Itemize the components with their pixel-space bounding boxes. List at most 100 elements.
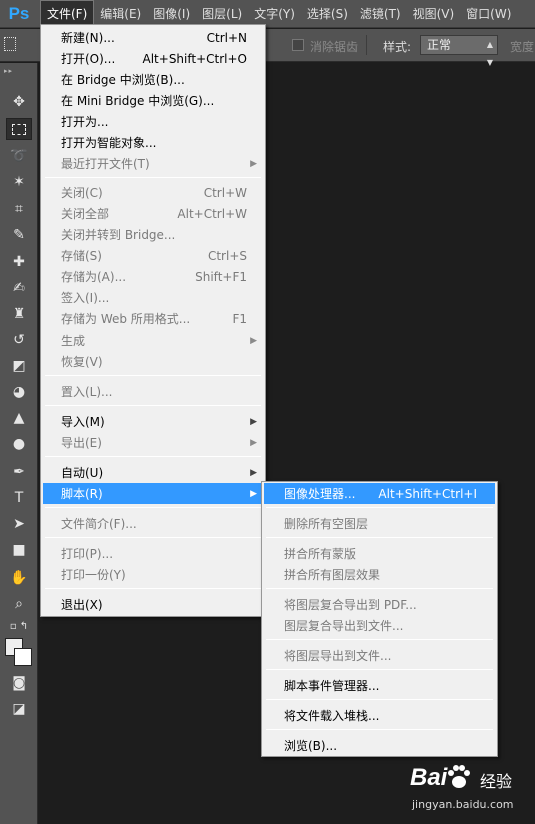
menu-item-flatten-layer-effects[interactable]: 拼合所有图层效果 xyxy=(264,564,495,585)
menu-item-label: 打开为... xyxy=(61,115,109,129)
menu-item-export[interactable]: 导出(E) ▶ xyxy=(43,432,263,453)
menu-separator xyxy=(45,588,261,589)
menu-window[interactable]: 窗口(W) xyxy=(460,0,517,28)
menu-item-open-as[interactable]: 打开为... xyxy=(43,111,263,132)
background-color-swatch[interactable] xyxy=(14,648,32,666)
magic-wand-icon[interactable]: ✶ xyxy=(6,171,32,193)
eyedropper-icon[interactable]: ✎ xyxy=(6,224,32,246)
menu-item-print-one-copy[interactable]: 打印一份(Y) xyxy=(43,564,263,585)
menu-item-place[interactable]: 置入(L)... xyxy=(43,381,263,402)
menu-item-label: 打开(O)... xyxy=(61,52,116,66)
toolbox: ▸▸ ✥ ➰ ✶ ⌗ ✎ ✚ ✍ ♜ ↺ ◩ ◕ ▲ ● ✒ T ➤ ■ ✋ ⌕… xyxy=(0,63,38,824)
menu-item-recent-files[interactable]: 最近打开文件(T) ▶ xyxy=(43,153,263,174)
zoom-icon[interactable]: ⌕ xyxy=(6,593,32,615)
menu-item-layers-to-files[interactable]: 将图层导出到文件... xyxy=(264,645,495,666)
menu-item-comps-to-pdf[interactable]: 将图层复合导出到 PDF... xyxy=(264,594,495,615)
menu-item-revert[interactable]: 恢复(V) xyxy=(43,351,263,372)
menu-item-script-events-manager[interactable]: 脚本事件管理器... xyxy=(264,675,495,696)
menu-separator xyxy=(266,669,493,670)
menu-item-label: 脚本事件管理器... xyxy=(284,679,380,693)
menu-item-check-in[interactable]: 签入(I)... xyxy=(43,287,263,308)
move-icon[interactable]: ✥ xyxy=(6,91,32,113)
menu-separator xyxy=(266,639,493,640)
menu-item-open[interactable]: 打开(O)... Alt+Shift+Ctrl+O xyxy=(43,48,263,69)
menu-item-import[interactable]: 导入(M) ▶ xyxy=(43,411,263,432)
baidu-watermark: Bai 经验 jingyan.baidu.com xyxy=(410,762,530,818)
menu-item-shortcut: Alt+Shift+Ctrl+O xyxy=(142,51,247,66)
toolbox-grip-icon[interactable]: ▸▸ xyxy=(4,67,13,75)
menu-item-close-all[interactable]: 关闭全部 Alt+Ctrl+W xyxy=(43,203,263,224)
swap-colors-icon[interactable]: ▫ ↰ xyxy=(2,615,36,637)
menu-item-shortcut: Ctrl+N xyxy=(206,30,247,45)
file-menu: 新建(N)... Ctrl+N 打开(O)... Alt+Shift+Ctrl+O … xyxy=(40,24,266,617)
type-icon[interactable]: T xyxy=(6,487,32,509)
menu-item-browse-bridge[interactable]: 在 Bridge 中浏览(B)... xyxy=(43,69,263,90)
menu-item-label: 关闭全部 xyxy=(61,207,110,221)
width-label: 宽度 xyxy=(510,40,535,54)
menu-item-label: 在 Bridge 中浏览(B)... xyxy=(61,73,185,87)
quick-mask-icon[interactable]: ◙ xyxy=(6,672,32,694)
hand-icon[interactable]: ✋ xyxy=(6,567,32,589)
menu-separator xyxy=(45,177,261,178)
eraser-icon[interactable]: ◩ xyxy=(6,355,32,377)
menu-item-label: 最近打开文件(T) xyxy=(61,157,150,171)
menu-item-file-info[interactable]: 文件简介(F)... xyxy=(43,513,263,534)
path-selection-icon[interactable]: ➤ xyxy=(6,513,32,535)
submenu-arrow-icon: ▶ xyxy=(250,416,257,427)
menu-item-label: 生成 xyxy=(61,334,86,348)
menu-item-close[interactable]: 关闭(C) Ctrl+W xyxy=(43,182,263,203)
rectangle-icon[interactable]: ■ xyxy=(6,539,32,561)
menu-separator xyxy=(266,537,493,538)
menu-item-flatten-masks[interactable]: 拼合所有蒙版 xyxy=(264,543,495,564)
menu-filter[interactable]: 滤镜(T) xyxy=(354,0,407,28)
menu-item-load-files-into-stack[interactable]: 将文件载入堆栈... xyxy=(264,705,495,726)
screen-mode-icon[interactable]: ◪ xyxy=(6,698,32,720)
menu-item-automate[interactable]: 自动(U) ▶ xyxy=(43,462,263,483)
crop-icon[interactable]: ⌗ xyxy=(6,198,32,220)
paint-bucket-icon[interactable]: ◕ xyxy=(6,381,32,403)
menu-item-label: 自动(U) xyxy=(61,466,104,480)
dodge-icon[interactable]: ● xyxy=(6,433,32,455)
menu-item-generate[interactable]: 生成 ▶ xyxy=(43,330,263,351)
menu-item-exit[interactable]: 退出(X) xyxy=(43,594,263,615)
clone-stamp-icon[interactable]: ♜ xyxy=(6,303,32,325)
menu-item-save-for-web[interactable]: 存储为 Web 所用格式... F1 xyxy=(43,308,263,329)
menu-item-shortcut: Alt+Ctrl+W xyxy=(177,206,247,221)
menu-item-scripts[interactable]: 脚本(R) ▶ xyxy=(43,483,263,504)
menu-item-label: 拼合所有图层效果 xyxy=(284,568,381,582)
menu-item-label: 将图层复合导出到 PDF... xyxy=(284,598,417,612)
style-select[interactable]: 正常 ▲ ▼ xyxy=(420,35,498,67)
menu-item-label: 存储为(A)... xyxy=(61,270,127,284)
lasso-icon[interactable]: ➰ xyxy=(6,145,32,167)
menu-item-save-as[interactable]: 存储为(A)... Shift+F1 xyxy=(43,266,263,287)
style-label: 样式: xyxy=(383,40,412,54)
blur-icon[interactable]: ▲ xyxy=(6,407,32,429)
menu-item-shortcut: F1 xyxy=(232,311,247,326)
menu-item-label: 恢复(V) xyxy=(61,355,103,369)
menu-select[interactable]: 选择(S) xyxy=(301,0,354,28)
menu-item-delete-empty-layers[interactable]: 删除所有空图层 xyxy=(264,513,495,534)
menu-view[interactable]: 视图(V) xyxy=(407,0,461,28)
menu-item-save[interactable]: 存储(S) Ctrl+S xyxy=(43,245,263,266)
menu-item-label: 将图层导出到文件... xyxy=(284,649,392,663)
antialias-checkbox[interactable] xyxy=(292,39,304,51)
menu-item-label: 存储为 Web 所用格式... xyxy=(61,312,191,326)
menu-separator xyxy=(266,729,493,730)
marquee-icon[interactable] xyxy=(6,118,32,140)
menu-item-open-smart-object[interactable]: 打开为智能对象... xyxy=(43,132,263,153)
history-brush-icon[interactable]: ↺ xyxy=(6,329,32,351)
menu-item-close-go-bridge[interactable]: 关闭并转到 Bridge... xyxy=(43,224,263,245)
menu-item-browse-mini-bridge[interactable]: 在 Mini Bridge 中浏览(G)... xyxy=(43,90,263,111)
antialias-label: 消除锯齿 xyxy=(310,40,359,54)
chevron-updown-icon: ▲ ▼ xyxy=(486,40,493,67)
menu-item-comps-to-files[interactable]: 图层复合导出到文件... xyxy=(264,615,495,636)
healing-brush-icon[interactable]: ✚ xyxy=(6,251,32,273)
pen-icon[interactable]: ✒ xyxy=(6,461,32,483)
menu-item-new[interactable]: 新建(N)... Ctrl+N xyxy=(43,27,263,48)
menu-item-image-processor[interactable]: 图像处理器... Alt+Shift+Ctrl+I xyxy=(264,483,495,504)
submenu-arrow-icon: ▶ xyxy=(250,488,257,499)
menu-item-print[interactable]: 打印(P)... xyxy=(43,543,263,564)
menu-item-browse[interactable]: 浏览(B)... xyxy=(264,735,495,756)
brush-icon[interactable]: ✍ xyxy=(6,277,32,299)
marquee-preset-icon[interactable] xyxy=(4,37,16,51)
